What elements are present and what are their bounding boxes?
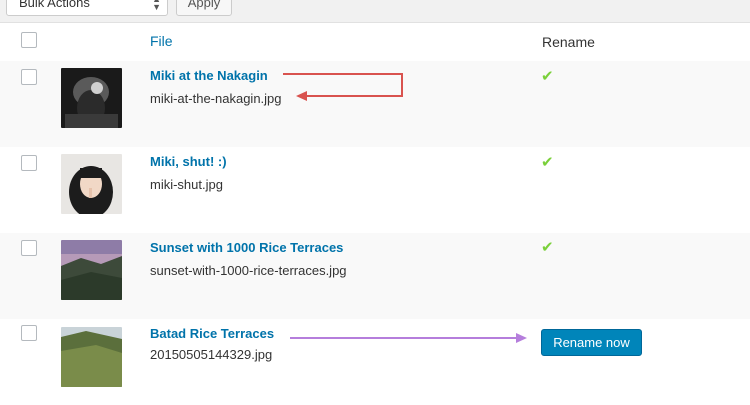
purple-arrow-head — [516, 333, 527, 343]
red-arrow — [283, 73, 403, 97]
red-arrow-head — [296, 91, 307, 101]
annotation-arrows — [283, 73, 527, 343]
